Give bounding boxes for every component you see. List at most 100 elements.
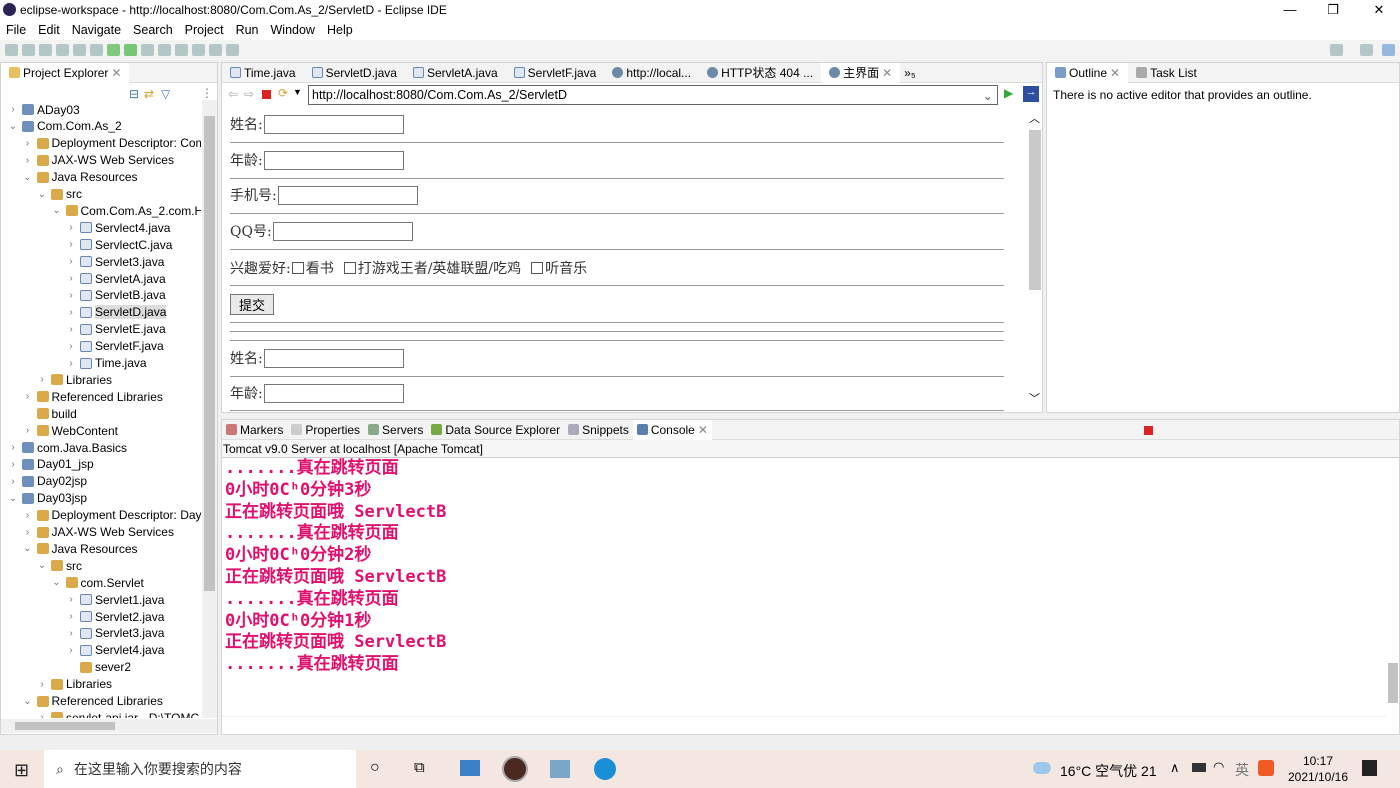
tree-item[interactable]: sever2	[65, 659, 131, 676]
sogou-ime-icon[interactable]	[1258, 760, 1274, 776]
menu-file[interactable]: File	[0, 23, 32, 37]
taskbar-search-box[interactable]: ⌕ 在这里输入你要搜索的内容	[44, 750, 356, 788]
close-icon[interactable]: ✕	[1110, 66, 1120, 80]
forward-icon[interactable]	[226, 44, 239, 56]
chevron-down-icon[interactable]: ⌄	[51, 577, 63, 588]
task-view-icon[interactable]: ⧉	[414, 759, 425, 776]
tree-item[interactable]: › Servlet3.java	[65, 253, 164, 270]
notepad-app-icon[interactable]	[550, 760, 570, 778]
tree-item[interactable]: ⌄ src	[36, 186, 82, 203]
chevron-right-icon[interactable]: ›	[65, 239, 77, 250]
tree-item[interactable]: › ServletD.java	[65, 304, 167, 321]
back-icon[interactable]: ⇦	[228, 87, 238, 101]
toggle-icon[interactable]	[73, 44, 86, 56]
chevron-down-icon[interactable]: ⌄	[22, 172, 34, 183]
chevron-right-icon[interactable]: ›	[65, 256, 77, 267]
console-tab[interactable]: Data Source Explorer	[427, 420, 564, 440]
tree-item[interactable]: ⌄ Day03jsp	[7, 490, 87, 507]
chevron-right-icon[interactable]: ›	[36, 679, 48, 690]
chevron-right-icon[interactable]: ›	[36, 374, 48, 385]
hobby-checkbox-reading[interactable]	[291, 262, 304, 274]
tree-item[interactable]: ⌄ com.Servlet	[51, 574, 144, 591]
qq-input[interactable]	[272, 221, 413, 241]
back-icon[interactable]	[209, 44, 222, 56]
new-server-icon[interactable]	[158, 44, 171, 56]
wifi-icon[interactable]: ◠	[1213, 759, 1224, 775]
computer-app-icon[interactable]	[460, 760, 480, 776]
tree-item[interactable]: ⌄ Java Resources	[22, 169, 137, 186]
console-tab[interactable]: Console ✕	[632, 419, 712, 440]
hobby-checkbox-games[interactable]	[343, 262, 356, 274]
weather-text[interactable]: 16°C 空气优 21	[1060, 761, 1157, 781]
tree-item[interactable]: › Libraries	[36, 371, 112, 388]
skip-breakpoints-icon[interactable]	[90, 44, 103, 56]
cortana-icon[interactable]: ○	[370, 759, 380, 777]
menu-project[interactable]: Project	[179, 23, 230, 37]
chevron-down-icon[interactable]: ⌄	[22, 543, 34, 554]
scroll-thumb[interactable]	[1388, 663, 1398, 703]
chevron-right-icon[interactable]: ›	[65, 594, 77, 605]
tab-task-list[interactable]: Task List	[1128, 63, 1205, 83]
tree-item[interactable]: ⌄ Referenced Libraries	[22, 693, 163, 710]
tree-item[interactable]: › Libraries	[36, 676, 112, 693]
menu-window[interactable]: Window	[265, 23, 321, 37]
tree-item[interactable]: build	[22, 405, 77, 422]
tree-item[interactable]: › JAX-WS Web Services	[22, 524, 174, 541]
clock[interactable]: 10:17 2021/10/16	[1282, 753, 1354, 785]
tree-item[interactable]: › ServletA.java	[65, 270, 165, 287]
tree-item[interactable]: ⌄ Com.Com.As_2	[7, 118, 122, 135]
view-menu-icon[interactable]: ⋮	[201, 86, 213, 100]
new-icon[interactable]	[5, 44, 18, 56]
chevron-right-icon[interactable]: ›	[65, 273, 77, 284]
debug-icon[interactable]	[107, 44, 120, 56]
chevron-right-icon[interactable]: ›	[22, 510, 34, 521]
open-external-browser-icon[interactable]: →	[1023, 86, 1039, 102]
link-editor-icon[interactable]: ⇄	[144, 87, 154, 101]
scroll-thumb[interactable]	[1029, 130, 1041, 290]
tree-item[interactable]: › Servlet3.java	[65, 625, 164, 642]
chevron-down-icon[interactable]: ⌄	[36, 189, 48, 200]
edge-app-icon[interactable]	[594, 758, 616, 780]
chevron-down-icon[interactable]: ⌄	[36, 560, 48, 571]
tree-item[interactable]: › Servlet2.java	[65, 608, 164, 625]
tree-item[interactable]: › ServletF.java	[65, 338, 163, 355]
chevron-right-icon[interactable]: ›	[65, 290, 77, 301]
java-ee-perspective-icon[interactable]	[1382, 44, 1395, 56]
console-tab[interactable]: Properties	[287, 420, 364, 440]
close-icon[interactable]: ✕	[882, 66, 892, 80]
chevron-right-icon[interactable]: ›	[65, 611, 77, 622]
chevron-down-icon[interactable]: ⌄	[7, 121, 19, 132]
menu-help[interactable]: Help	[321, 23, 359, 37]
explorer-horizontal-scrollbar[interactable]	[1, 719, 217, 733]
tree-item[interactable]: › WebContent	[22, 422, 118, 439]
chevron-right-icon[interactable]: ›	[65, 307, 77, 318]
close-button[interactable]: ✕	[1364, 2, 1394, 18]
chevron-down-icon[interactable]: ⌄	[983, 88, 993, 103]
hobby-checkbox-music[interactable]	[531, 262, 544, 274]
tree-item[interactable]: › Day02jsp	[7, 473, 87, 490]
chevron-right-icon[interactable]: ›	[65, 341, 77, 352]
submit-button[interactable]: 提交	[230, 294, 274, 315]
url-input[interactable]: http://localhost:8080/Com.Com.As_2/Servl…	[308, 85, 998, 105]
chevron-right-icon[interactable]: ›	[65, 222, 77, 233]
console-horizontal-scrollbar[interactable]	[222, 716, 1386, 730]
chevron-right-icon[interactable]: ›	[7, 104, 19, 115]
editor-tab[interactable]: ServletF.java	[506, 63, 605, 83]
scroll-down-icon[interactable]: ﹀	[1029, 390, 1040, 406]
tree-item[interactable]: ⌄ Com.Com.As_2.com.Hu	[51, 202, 201, 219]
tab-overflow-button[interactable]: »₅	[904, 66, 916, 80]
tab-outline[interactable]: Outline ✕	[1047, 62, 1129, 83]
editor-tab[interactable]: Time.java	[222, 63, 304, 83]
chevron-right-icon[interactable]: ›	[65, 324, 77, 335]
battery-icon[interactable]	[1192, 763, 1206, 772]
editor-tab[interactable]: ServletD.java	[304, 63, 405, 83]
tree-item[interactable]: › Deployment Descriptor: Com	[22, 135, 201, 152]
quick-search-icon[interactable]	[1330, 44, 1343, 56]
explorer-vertical-scrollbar[interactable]	[202, 100, 217, 718]
scroll-up-icon[interactable]: ︿	[1029, 110, 1040, 126]
refresh-icon[interactable]: ⟳	[278, 86, 288, 100]
collapse-all-icon[interactable]: ⊟	[129, 87, 139, 101]
browser-vertical-scrollbar[interactable]: ︿ ﹀	[1028, 108, 1042, 412]
age-input[interactable]	[263, 150, 404, 170]
editor-tab[interactable]: 主界面 ✕	[821, 62, 901, 83]
